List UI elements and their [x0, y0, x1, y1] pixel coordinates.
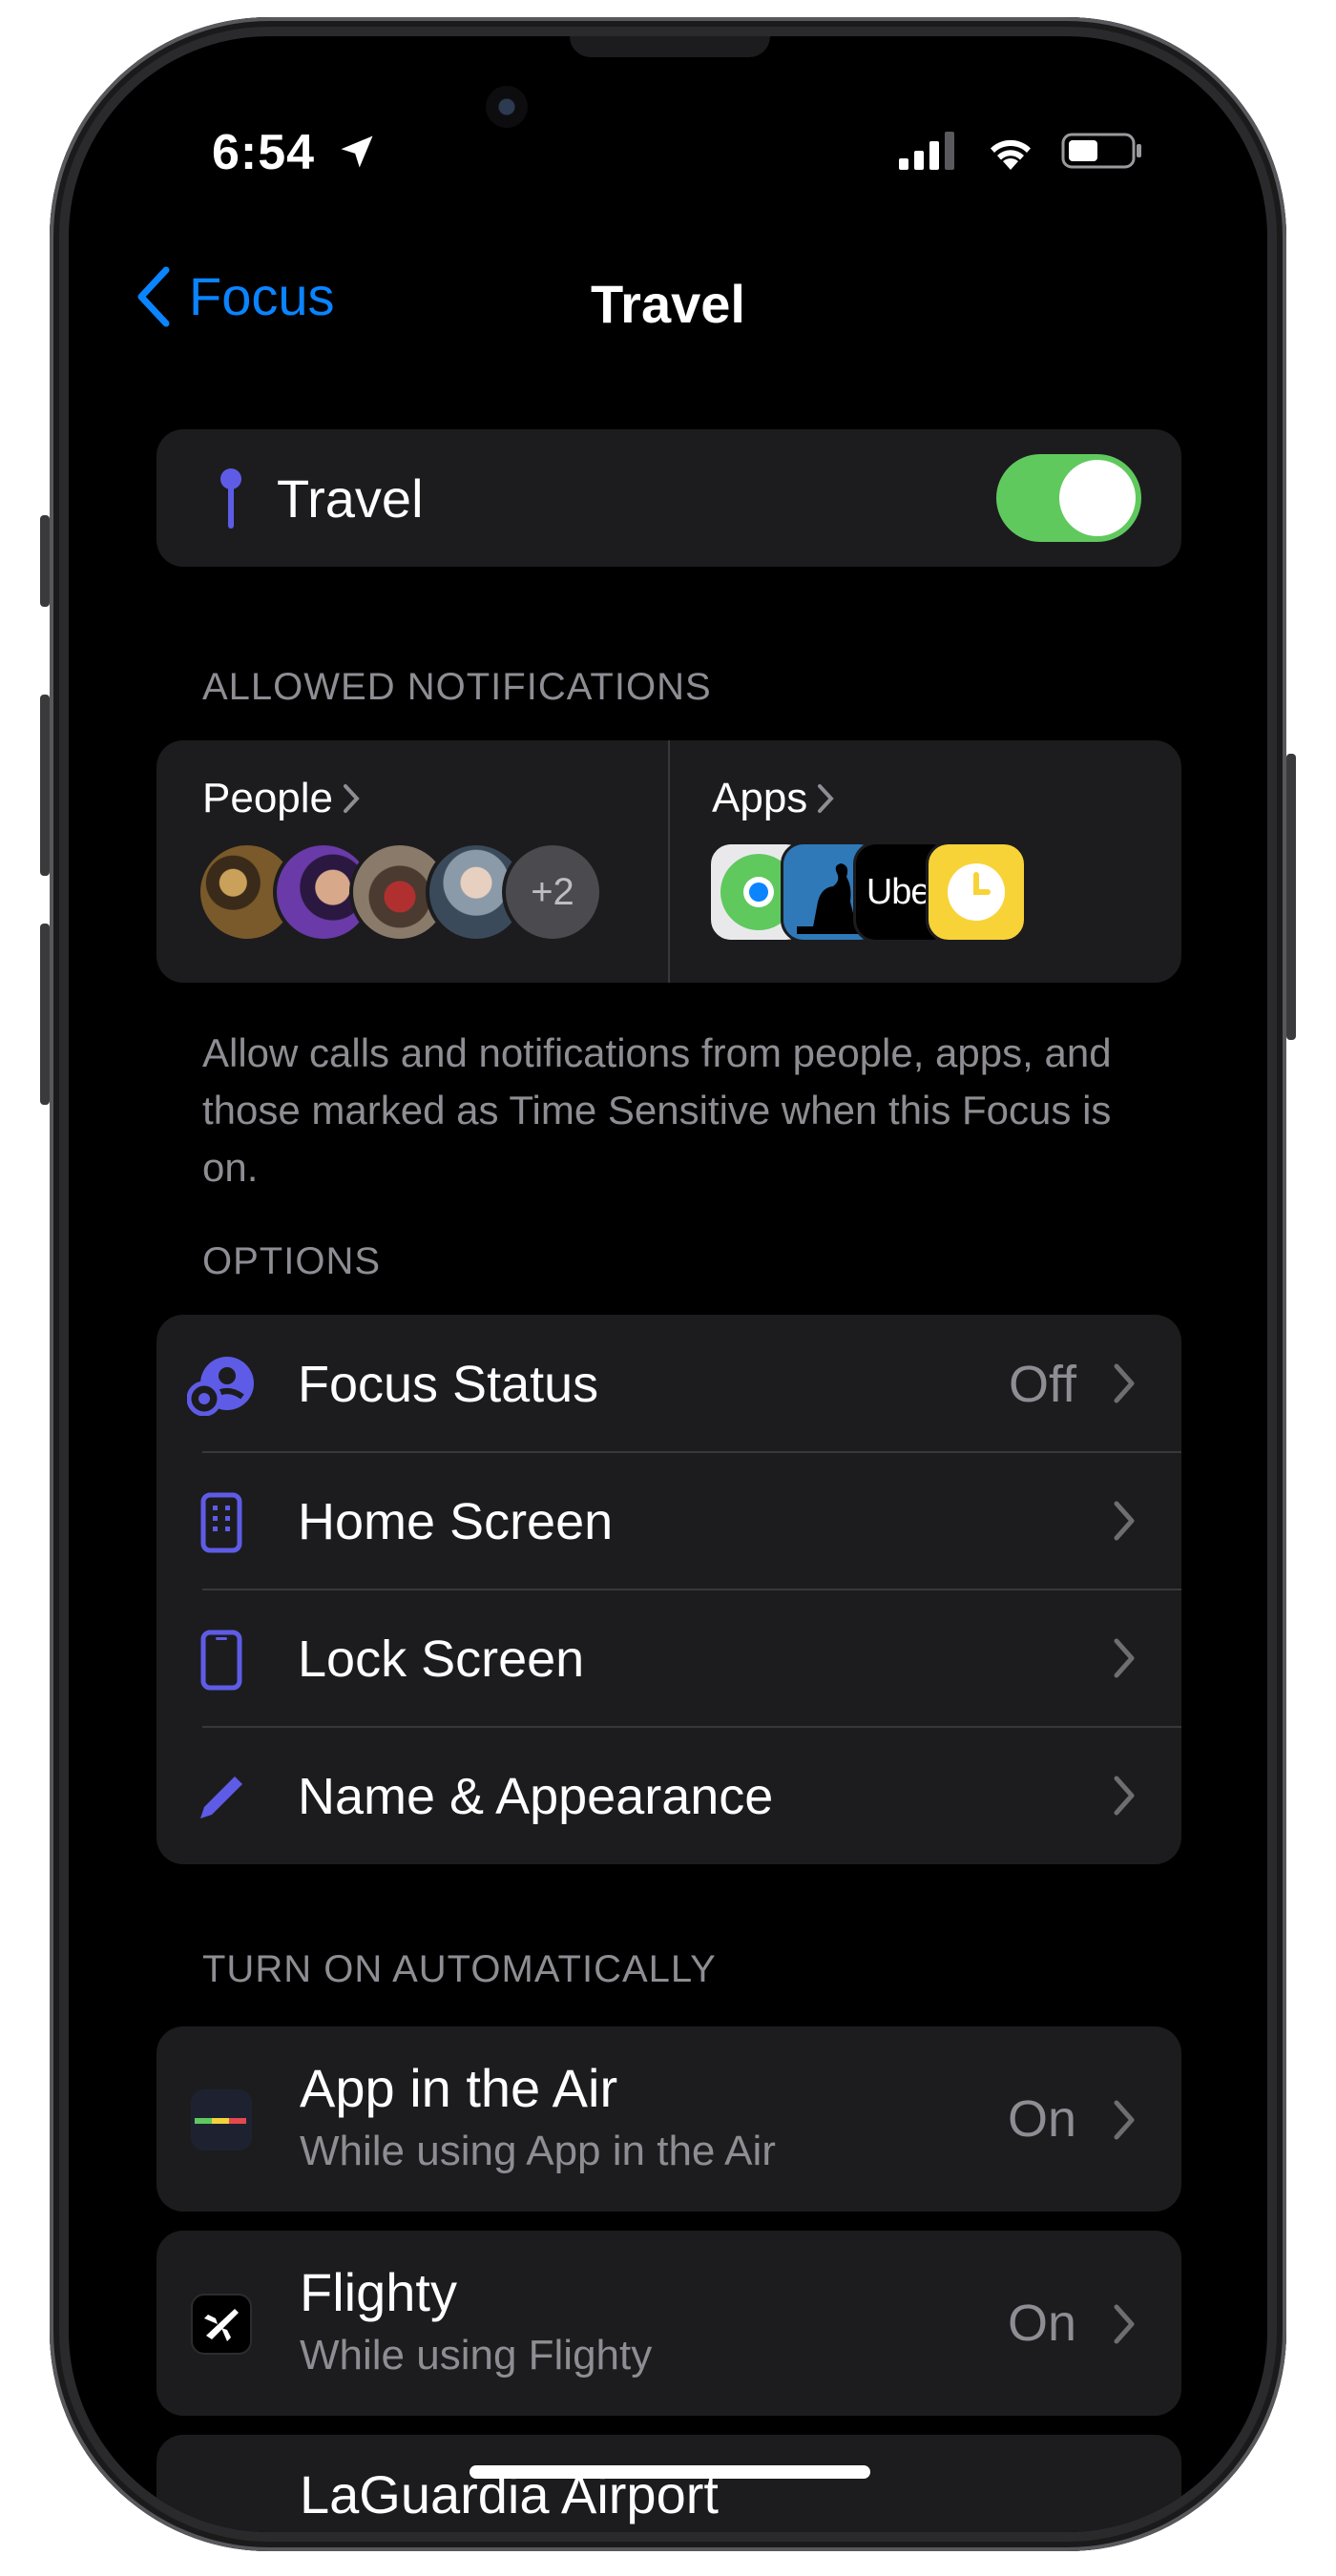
status-time-text: 6:54 — [212, 125, 316, 180]
focus-toggle-card: Travel — [157, 429, 1181, 567]
focus-toggle-label: Travel — [277, 468, 424, 529]
app-in-the-air-icon — [191, 2089, 252, 2150]
battery-icon — [1061, 133, 1141, 169]
options-row-home-screen[interactable]: Home Screen — [157, 1452, 1181, 1589]
options-row-lock-screen[interactable]: Lock Screen — [157, 1589, 1181, 1727]
front-camera — [486, 86, 528, 128]
automation-subtitle: While using Flighty — [300, 2332, 653, 2379]
options-header: OPTIONS — [202, 1240, 382, 1282]
apps-heading: Apps — [712, 775, 835, 822]
allowed-notifications-header: ALLOWED NOTIFICATIONS — [202, 666, 712, 708]
automation-title: Flighty — [300, 2262, 457, 2322]
navigation-bar: Focus Travel — [69, 265, 1267, 351]
automation-row-laguardia[interactable]: LaGuardia Airport — [157, 2435, 1181, 2532]
status-icons — [899, 132, 1143, 170]
power-button — [1286, 754, 1296, 1040]
focus-toggle-switch[interactable] — [996, 454, 1141, 542]
chevron-right-icon — [818, 784, 835, 813]
people-section[interactable]: People +2 — [157, 740, 668, 983]
lock-screen-icon — [185, 1630, 258, 1691]
home-screen-icon — [185, 1492, 258, 1553]
status-time: 6:54 — [212, 124, 378, 181]
chevron-right-icon — [1114, 2304, 1135, 2344]
row-label: Home Screen — [298, 1493, 614, 1550]
flighty-icon — [191, 2294, 252, 2355]
chevron-right-icon — [344, 784, 360, 813]
people-label: People — [202, 775, 334, 821]
options-row-focus-status[interactable]: Focus Status Off — [157, 1315, 1181, 1452]
automation-title: App in the Air — [300, 2058, 618, 2118]
volume-down-button — [40, 924, 50, 1105]
app-icons: Uber — [708, 841, 1109, 943]
row-label: Focus Status — [298, 1356, 599, 1413]
automation-row-flighty[interactable]: Flighty While using Flighty On — [157, 2231, 1181, 2416]
clock-app-icon — [926, 841, 1027, 943]
location-arrow-icon — [341, 135, 373, 168]
cellular-signal-icon — [899, 132, 954, 170]
row-value: Off — [1008, 1356, 1076, 1413]
speaker-grille — [570, 36, 770, 57]
options-row-name-appearance[interactable]: Name & Appearance — [157, 1727, 1181, 1864]
focus-status-icon — [185, 1355, 258, 1416]
automation-value: On — [1007, 2295, 1076, 2352]
chevron-right-icon — [1114, 2100, 1135, 2140]
people-avatars: +2 — [197, 841, 655, 943]
wifi-icon — [991, 139, 1031, 170]
pin-icon — [220, 468, 241, 529]
options-card: Focus Status Off Home Screen Lock Screen… — [157, 1315, 1181, 1864]
row-label: Lock Screen — [298, 1631, 585, 1688]
more-people-badge: +2 — [502, 841, 603, 943]
chevron-right-icon — [1114, 1501, 1135, 1541]
people-heading: People — [202, 775, 360, 822]
phone-screen: 6:54 Focus Travel Travel ALLOWED NOTIFIC… — [69, 36, 1267, 2532]
more-people-count: +2 — [531, 870, 574, 913]
automation-subtitle: While using App in the Air — [300, 2128, 776, 2174]
allowed-notifications-description: Allow calls and notifications from peopl… — [202, 1030, 1112, 1190]
page-title: Travel — [591, 274, 745, 334]
allowed-notifications-card: People +2 Apps Uber — [157, 740, 1181, 983]
automation-value: On — [1007, 2090, 1076, 2148]
toggle-knob — [1059, 460, 1136, 536]
row-label: Name & Appearance — [298, 1768, 774, 1825]
apps-label: Apps — [712, 775, 808, 821]
automation-row-app-in-the-air[interactable]: App in the Air While using App in the Ai… — [157, 2026, 1181, 2212]
pencil-icon — [185, 1767, 258, 1828]
chevron-right-icon — [1114, 1776, 1135, 1816]
volume-up-button — [40, 695, 50, 876]
apps-section[interactable]: Apps Uber — [670, 740, 1181, 983]
automation-header: TURN ON AUTOMATICALLY — [202, 1948, 717, 1990]
chevron-right-icon — [1114, 1638, 1135, 1678]
home-indicator[interactable] — [470, 2465, 870, 2479]
chevron-right-icon — [1114, 1363, 1135, 1403]
action-button — [40, 515, 50, 607]
